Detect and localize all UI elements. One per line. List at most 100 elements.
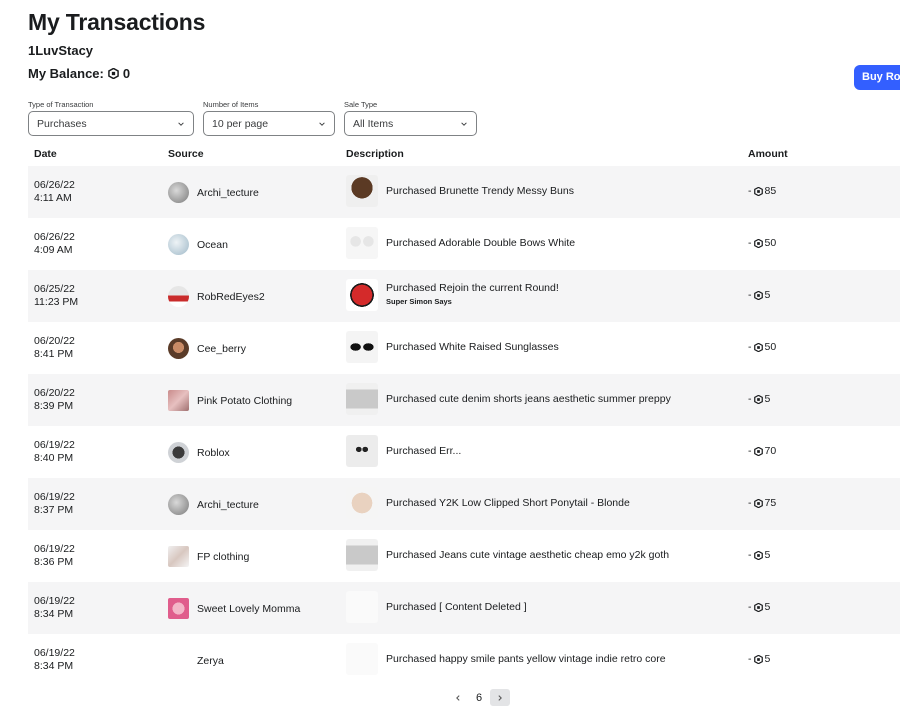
- amount: -5: [748, 653, 770, 665]
- transaction-date: 06/26/22 4:09 AM: [34, 231, 75, 257]
- avatar: [168, 390, 189, 411]
- amount: -5: [748, 289, 770, 301]
- robux-icon: [753, 290, 763, 300]
- transaction-date: 06/19/22 8:34 PM: [34, 647, 75, 673]
- item-thumbnail[interactable]: [346, 383, 378, 415]
- filter-label: Number of Items: [203, 100, 259, 109]
- table-row: 06/19/22 8:37 PM Archi_tecture Purchased Y2…: [28, 478, 900, 530]
- source-link[interactable]: RobRedEyes2: [168, 286, 265, 307]
- item-link[interactable]: Rejoin the current Round!: [439, 282, 559, 294]
- item-thumbnail[interactable]: [346, 539, 378, 571]
- prev-page-button[interactable]: [448, 689, 468, 706]
- amount-value: 5: [764, 549, 771, 561]
- sale-type-select[interactable]: All Items: [344, 111, 477, 136]
- item-thumbnail[interactable]: [346, 643, 378, 675]
- amount: -5: [748, 601, 770, 613]
- source-name: Sweet Lovely Momma: [197, 602, 301, 615]
- time-text: 8:41 PM: [34, 348, 74, 360]
- item-thumbnail[interactable]: [346, 435, 378, 467]
- item-thumbnail[interactable]: [346, 487, 378, 519]
- chevron-down-icon: [319, 121, 325, 126]
- table-row: 06/19/22 8:40 PM Roblox Purchased Err... -70: [28, 426, 900, 478]
- avatar: [168, 598, 189, 619]
- robux-icon: [753, 238, 763, 248]
- robux-icon: [753, 394, 763, 404]
- item-link[interactable]: Brunette Trendy Messy Buns: [439, 185, 574, 197]
- amount: -5: [748, 393, 770, 405]
- chevron-left-icon: [456, 694, 460, 701]
- time-text: 8:36 PM: [34, 556, 74, 568]
- amount: -5: [748, 549, 770, 561]
- transaction-date: 06/19/22 8:40 PM: [34, 439, 75, 465]
- next-page-button[interactable]: [490, 689, 511, 706]
- avatar: [168, 234, 189, 255]
- source-name: Archi_tecture: [197, 498, 259, 511]
- description-verb: Purchased: [386, 653, 437, 665]
- avatar: [168, 650, 189, 671]
- description: Purchased happy smile pants yellow vinta…: [386, 653, 666, 665]
- source-name: Zerya: [197, 654, 224, 667]
- table-row: 06/26/22 4:11 AM Archi_tecture Purchased Br…: [28, 166, 900, 218]
- source-link[interactable]: FP clothing: [168, 546, 249, 567]
- filter-label: Type of Transaction: [28, 100, 94, 109]
- transaction-date: 06/26/22 4:11 AM: [34, 179, 75, 205]
- column-header-date: Date: [34, 148, 57, 160]
- table-row: 06/19/22 8:34 PM Sweet Lovely Momma Purchas…: [28, 582, 900, 634]
- robux-icon: [108, 68, 119, 79]
- item-thumbnail[interactable]: [346, 591, 378, 623]
- buy-robux-button[interactable]: Buy Robux: [854, 65, 900, 90]
- item-link[interactable]: Err...: [439, 445, 461, 457]
- source-link[interactable]: Ocean: [168, 234, 228, 255]
- source-link[interactable]: Archi_tecture: [168, 494, 259, 515]
- item-thumbnail[interactable]: [346, 279, 378, 311]
- number-of-items-select[interactable]: 10 per page: [203, 111, 335, 136]
- item-link[interactable]: happy smile pants yellow vintage indie r…: [439, 653, 665, 665]
- time-text: 8:34 PM: [34, 608, 74, 620]
- amount-value: 50: [764, 237, 777, 249]
- source-link[interactable]: Archi_tecture: [168, 182, 259, 203]
- username: 1LuvStacy: [28, 43, 94, 58]
- description: Purchased cute denim shorts jeans aesthe…: [386, 393, 671, 405]
- source-link[interactable]: Pink Potato Clothing: [168, 390, 292, 411]
- avatar: [168, 494, 189, 515]
- source-name: Pink Potato Clothing: [197, 394, 293, 407]
- item-link[interactable]: cute denim shorts jeans aesthetic summer…: [439, 393, 671, 405]
- description-verb: Purchased: [386, 549, 437, 561]
- robux-icon: [753, 498, 763, 508]
- robux-icon: [753, 654, 763, 664]
- minus-sign: -: [748, 393, 752, 405]
- description-verb: Purchased: [386, 497, 437, 509]
- description-verb: Purchased: [386, 341, 437, 353]
- page-title: My Transactions: [28, 9, 206, 35]
- amount-value: 50: [764, 341, 777, 353]
- item-link[interactable]: Adorable Double Bows White: [439, 237, 576, 249]
- minus-sign: -: [748, 341, 752, 353]
- description: Purchased Err...: [386, 445, 461, 457]
- filter-transaction-type: Type of Transaction Purchases: [28, 100, 194, 136]
- date-text: 06/20/22: [34, 335, 75, 347]
- description: Purchased White Raised Sunglasses: [386, 341, 559, 353]
- minus-sign: -: [748, 497, 752, 509]
- item-link[interactable]: [ Content Deleted ]: [439, 601, 527, 613]
- avatar: [168, 338, 189, 359]
- amount: -85: [748, 185, 776, 197]
- item-sub-label: Super Simon Says: [386, 297, 452, 306]
- item-link[interactable]: White Raised Sunglasses: [439, 341, 559, 353]
- source-link[interactable]: Zerya: [168, 650, 224, 671]
- item-thumbnail[interactable]: [346, 175, 378, 207]
- source-link[interactable]: Cee_berry: [168, 338, 246, 359]
- item-thumbnail[interactable]: [346, 331, 378, 363]
- date-text: 06/26/22: [34, 231, 75, 243]
- item-link[interactable]: Y2K Low Clipped Short Ponytail - Blonde: [439, 497, 630, 509]
- source-link[interactable]: Roblox: [168, 442, 230, 463]
- date-text: 06/19/22: [34, 439, 75, 451]
- item-link[interactable]: Jeans cute vintage aesthetic cheap emo y…: [439, 549, 669, 561]
- minus-sign: -: [748, 237, 752, 249]
- table-row: 06/20/22 8:39 PM Pink Potato Clothing Purch…: [28, 374, 900, 426]
- source-name: RobRedEyes2: [197, 290, 265, 303]
- description: Purchased Brunette Trendy Messy Buns: [386, 185, 574, 197]
- amount: -70: [748, 445, 776, 457]
- item-thumbnail[interactable]: [346, 227, 378, 259]
- source-link[interactable]: Sweet Lovely Momma: [168, 598, 300, 619]
- transaction-type-select[interactable]: Purchases: [28, 111, 194, 136]
